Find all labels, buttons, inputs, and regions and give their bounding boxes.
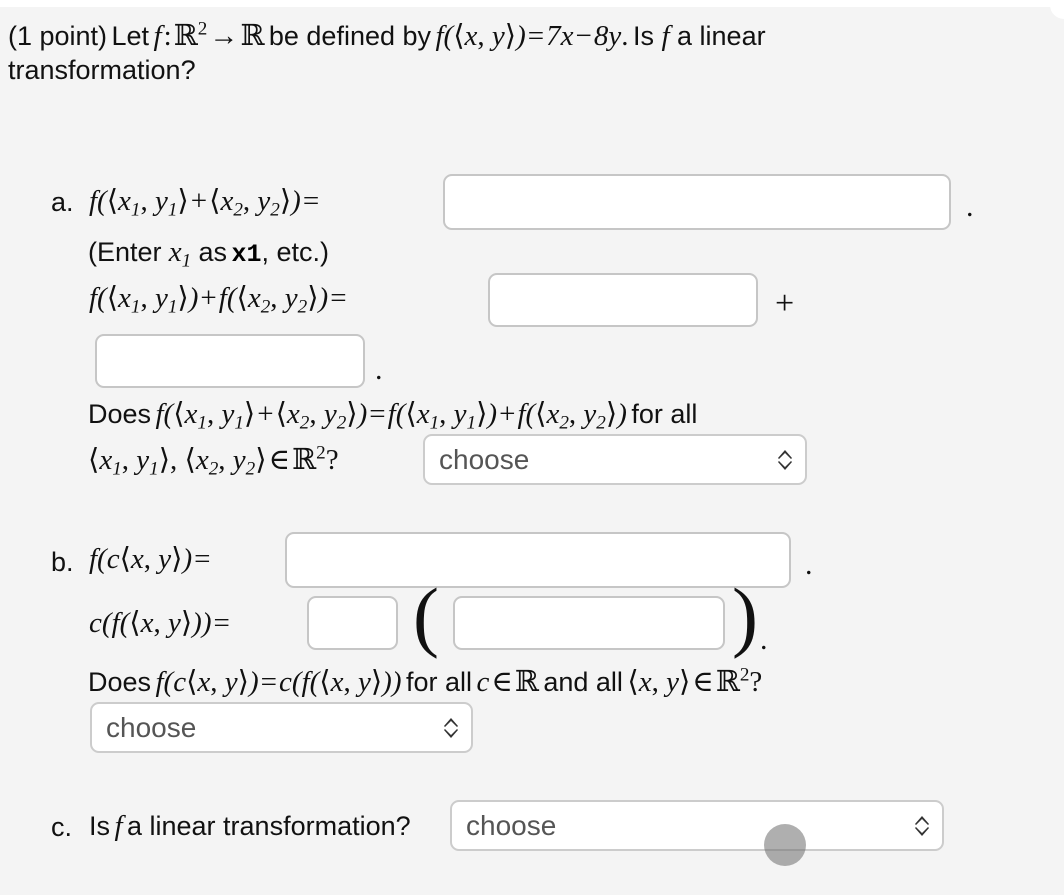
- part-b-open-paren: (: [413, 572, 439, 659]
- question-pre: Is: [89, 811, 111, 841]
- question-forall: for all: [631, 399, 698, 429]
- part-a-line1-lhs: f(⟨x1, y1⟩+⟨x2, y2⟩)=: [89, 185, 320, 221]
- function-definition: f(⟨x, y⟩)=7x−8y.: [435, 20, 629, 52]
- part-b-question: Does f(c⟨x, y⟩)=c(f(⟨x, y⟩)) for all c∈ℝ…: [88, 664, 763, 698]
- part-b-close-paren: ): [732, 572, 758, 659]
- hint-suffix: , etc.): [261, 237, 329, 267]
- hint-code: x1: [231, 240, 262, 269]
- question-and-all: and all: [543, 667, 623, 697]
- part-c-marker: c.: [51, 812, 73, 842]
- part-b-answer-dropdown[interactable]: choose: [90, 702, 473, 753]
- part-a-dropdown-value: choose: [439, 443, 530, 475]
- part-b-input-3[interactable]: [453, 596, 725, 650]
- part-a-plus-sign: +: [775, 285, 795, 322]
- hint-prefix: (Enter: [88, 237, 162, 267]
- part-b-marker: b.: [51, 547, 74, 577]
- part-b-dropdown-value: choose: [106, 711, 197, 743]
- hint-as: as: [198, 237, 227, 267]
- problem-statement: (1 point) Let f:ℝ2→ℝ be defined by f(⟨x,…: [8, 18, 1052, 88]
- part-b-input-2[interactable]: [307, 596, 398, 650]
- part-c-question: Is f a linear transformation?: [89, 810, 411, 842]
- part-a-marker: a.: [51, 187, 74, 217]
- part-a-line3-period: .: [375, 353, 383, 386]
- part-b-input-1[interactable]: [285, 532, 791, 588]
- part-b-line2-lhs: c(f(⟨x, y⟩))=: [89, 607, 230, 639]
- question-forall: for all: [405, 667, 472, 697]
- card-corner-decoration: [1050, 5, 1064, 19]
- part-c-dropdown-value: choose: [466, 809, 557, 841]
- question-does: Does: [88, 667, 152, 697]
- function-declaration: f:ℝ2→ℝ: [153, 18, 265, 52]
- intro-text-pre: Let: [111, 21, 150, 51]
- question-post: a linear transformation?: [126, 811, 411, 841]
- chevron-up-down-icon: [442, 715, 460, 741]
- chevron-up-down-icon: [913, 813, 931, 839]
- intro-text-mid: be defined by: [268, 21, 432, 51]
- part-a-question-line2: ⟨x1, y1⟩, ⟨x2, y2⟩∈ℝ2?: [88, 442, 339, 480]
- part-a-input-3[interactable]: [95, 334, 365, 388]
- points-label: (1 point): [8, 21, 108, 51]
- part-a-input-2[interactable]: [488, 273, 758, 327]
- part-a-question-line1: Does f(⟨x1, y1⟩+⟨x2, y2⟩)=f(⟨x1, y1⟩)+f(…: [88, 398, 698, 434]
- part-b-line2-period: .: [760, 623, 768, 656]
- part-b-line1-period: .: [805, 548, 813, 581]
- part-a-answer-dropdown[interactable]: choose: [423, 434, 807, 485]
- question-does: Does: [88, 399, 152, 429]
- problem-page: (1 point) Let f:ℝ2→ℝ be defined by f(⟨x,…: [0, 0, 1064, 895]
- part-b-line1-lhs: f(c⟨x, y⟩)=: [89, 543, 211, 575]
- part-a-input-1[interactable]: [443, 174, 951, 230]
- part-a-line1-period: .: [966, 190, 974, 223]
- part-a-line2-lhs: f(⟨x1, y1⟩)+f(⟨x2, y2⟩)=: [89, 282, 347, 318]
- chevron-up-down-icon: [776, 447, 794, 473]
- part-c-answer-dropdown[interactable]: choose: [450, 800, 944, 851]
- part-a-hint: (Enter x1 as x1, etc.): [88, 236, 329, 272]
